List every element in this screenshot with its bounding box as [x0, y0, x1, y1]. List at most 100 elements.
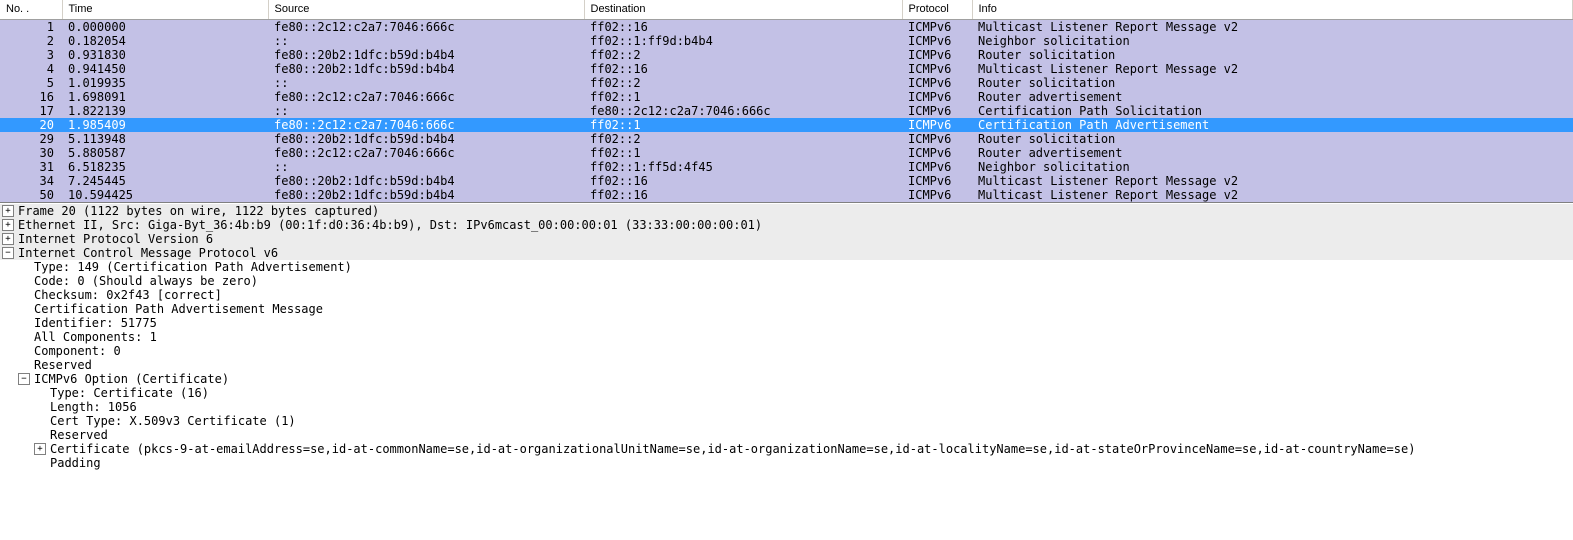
- packet-row[interactable]: 201.985409fe80::2c12:c2a7:7046:666cff02:…: [0, 118, 1573, 132]
- cell-dst: ff02::1:ff9d:b4b4: [584, 34, 902, 48]
- packet-row[interactable]: 295.113948fe80::20b2:1dfc:b59d:b4b4ff02:…: [0, 132, 1573, 146]
- packet-row[interactable]: 305.880587fe80::2c12:c2a7:7046:666cff02:…: [0, 146, 1573, 160]
- tree-indent: [2, 332, 18, 342]
- col-header-dst[interactable]: Destination: [584, 0, 902, 20]
- packet-row[interactable]: 30.931830fe80::20b2:1dfc:b59d:b4b4ff02::…: [0, 48, 1573, 62]
- packet-row[interactable]: 20.182054::ff02::1:ff9d:b4b4ICMPv6Neighb…: [0, 34, 1573, 48]
- cell-proto: ICMPv6: [902, 146, 972, 160]
- detail-row-icmpv6-option[interactable]: − ICMPv6 Option (Certificate): [0, 372, 1573, 386]
- expand-icon[interactable]: +: [2, 205, 14, 217]
- packet-row[interactable]: 5010.594425fe80::20b2:1dfc:b59d:b4b4ff02…: [0, 188, 1573, 202]
- detail-row[interactable]: Reserved: [0, 428, 1573, 442]
- cell-proto: ICMPv6: [902, 188, 972, 202]
- detail-row-icmpv6[interactable]: − Internet Control Message Protocol v6: [0, 246, 1573, 260]
- cell-src: fe80::2c12:c2a7:7046:666c: [268, 118, 584, 132]
- packet-details-pane[interactable]: + Frame 20 (1122 bytes on wire, 1122 byt…: [0, 202, 1573, 470]
- cell-info: Neighbor solicitation: [972, 160, 1573, 174]
- tree-indent: [2, 388, 18, 398]
- cell-proto: ICMPv6: [902, 118, 972, 132]
- cell-src: fe80::20b2:1dfc:b59d:b4b4: [268, 62, 584, 76]
- cell-proto: ICMPv6: [902, 62, 972, 76]
- col-header-proto[interactable]: Protocol: [902, 0, 972, 20]
- packet-list-table[interactable]: No. . Time Source Destination Protocol I…: [0, 0, 1573, 202]
- column-header-row[interactable]: No. . Time Source Destination Protocol I…: [0, 0, 1573, 20]
- packet-row[interactable]: 51.019935::ff02::2ICMPv6Router solicitat…: [0, 76, 1573, 90]
- detail-text: Reserved: [34, 358, 92, 372]
- tree-indent: [2, 318, 18, 328]
- cell-no: 20: [0, 118, 62, 132]
- detail-text: Code: 0 (Should always be zero): [34, 274, 258, 288]
- cell-proto: ICMPv6: [902, 48, 972, 62]
- cell-proto: ICMPv6: [902, 160, 972, 174]
- expand-icon[interactable]: +: [2, 219, 14, 231]
- cell-proto: ICMPv6: [902, 104, 972, 118]
- detail-text: Type: 149 (Certification Path Advertisem…: [34, 260, 352, 274]
- packet-row[interactable]: 347.245445fe80::20b2:1dfc:b59d:b4b4ff02:…: [0, 174, 1573, 188]
- col-header-src[interactable]: Source: [268, 0, 584, 20]
- cell-time: 1.985409: [62, 118, 268, 132]
- tree-indent: [34, 458, 50, 468]
- detail-row[interactable]: Checksum: 0x2f43 [correct]: [0, 288, 1573, 302]
- detail-row-ipv6[interactable]: + Internet Protocol Version 6: [0, 232, 1573, 246]
- cell-time: 0.941450: [62, 62, 268, 76]
- detail-row-ethernet[interactable]: + Ethernet II, Src: Giga-Byt_36:4b:b9 (0…: [0, 218, 1573, 232]
- packet-row[interactable]: 40.941450fe80::20b2:1dfc:b59d:b4b4ff02::…: [0, 62, 1573, 76]
- collapse-icon[interactable]: −: [2, 247, 14, 259]
- cell-info: Multicast Listener Report Message v2: [972, 62, 1573, 76]
- cell-no: 2: [0, 34, 62, 48]
- collapse-icon[interactable]: −: [18, 373, 30, 385]
- tree-indent: [18, 332, 34, 342]
- detail-row[interactable]: Length: 1056: [0, 400, 1573, 414]
- detail-row[interactable]: Padding: [0, 456, 1573, 470]
- cell-no: 3: [0, 48, 62, 62]
- cell-dst: ff02::1: [584, 90, 902, 104]
- cell-info: Multicast Listener Report Message v2: [972, 174, 1573, 188]
- detail-row[interactable]: All Components: 1: [0, 330, 1573, 344]
- col-header-no[interactable]: No. .: [0, 0, 62, 20]
- cell-dst: ff02::2: [584, 48, 902, 62]
- detail-row[interactable]: Certification Path Advertisement Message: [0, 302, 1573, 316]
- detail-row[interactable]: Cert Type: X.509v3 Certificate (1): [0, 414, 1573, 428]
- col-header-info[interactable]: Info: [972, 0, 1573, 20]
- packet-row[interactable]: 316.518235::ff02::1:ff5d:4f45ICMPv6Neigh…: [0, 160, 1573, 174]
- cell-dst: ff02::2: [584, 76, 902, 90]
- tree-indent: [34, 402, 50, 412]
- packet-row[interactable]: 10.000000fe80::2c12:c2a7:7046:666cff02::…: [0, 20, 1573, 35]
- detail-row-frame[interactable]: + Frame 20 (1122 bytes on wire, 1122 byt…: [0, 204, 1573, 218]
- detail-row[interactable]: Component: 0: [0, 344, 1573, 358]
- detail-row[interactable]: Reserved: [0, 358, 1573, 372]
- cell-dst: ff02::1: [584, 118, 902, 132]
- cell-proto: ICMPv6: [902, 90, 972, 104]
- tree-indent: [18, 262, 34, 272]
- cell-proto: ICMPv6: [902, 174, 972, 188]
- tree-indent: [18, 416, 34, 426]
- cell-src: fe80::20b2:1dfc:b59d:b4b4: [268, 174, 584, 188]
- cell-src: fe80::2c12:c2a7:7046:666c: [268, 20, 584, 35]
- cell-proto: ICMPv6: [902, 34, 972, 48]
- detail-text: All Components: 1: [34, 330, 157, 344]
- detail-text: Component: 0: [34, 344, 121, 358]
- cell-src: fe80::2c12:c2a7:7046:666c: [268, 146, 584, 160]
- expand-icon[interactable]: +: [34, 443, 46, 455]
- expand-icon[interactable]: +: [2, 233, 14, 245]
- packet-row[interactable]: 161.698091fe80::2c12:c2a7:7046:666cff02:…: [0, 90, 1573, 104]
- packet-row[interactable]: 171.822139::fe80::2c12:c2a7:7046:666cICM…: [0, 104, 1573, 118]
- cell-no: 50: [0, 188, 62, 202]
- cell-time: 7.245445: [62, 174, 268, 188]
- cell-proto: ICMPv6: [902, 76, 972, 90]
- cell-src: fe80::20b2:1dfc:b59d:b4b4: [268, 132, 584, 146]
- detail-row-certificate[interactable]: + Certificate (pkcs-9-at-emailAddress=se…: [0, 442, 1573, 456]
- cell-no: 5: [0, 76, 62, 90]
- detail-row[interactable]: Type: 149 (Certification Path Advertisem…: [0, 260, 1573, 274]
- cell-dst: ff02::1:ff5d:4f45: [584, 160, 902, 174]
- detail-row[interactable]: Code: 0 (Should always be zero): [0, 274, 1573, 288]
- col-header-time[interactable]: Time: [62, 0, 268, 20]
- detail-row[interactable]: Type: Certificate (16): [0, 386, 1573, 400]
- tree-indent: [18, 430, 34, 440]
- tree-indent: [18, 290, 34, 300]
- cell-info: Neighbor solicitation: [972, 34, 1573, 48]
- cell-no: 31: [0, 160, 62, 174]
- detail-row[interactable]: Identifier: 51775: [0, 316, 1573, 330]
- tree-indent: [34, 388, 50, 398]
- detail-text: Certificate (pkcs-9-at-emailAddress=se,i…: [50, 442, 1415, 456]
